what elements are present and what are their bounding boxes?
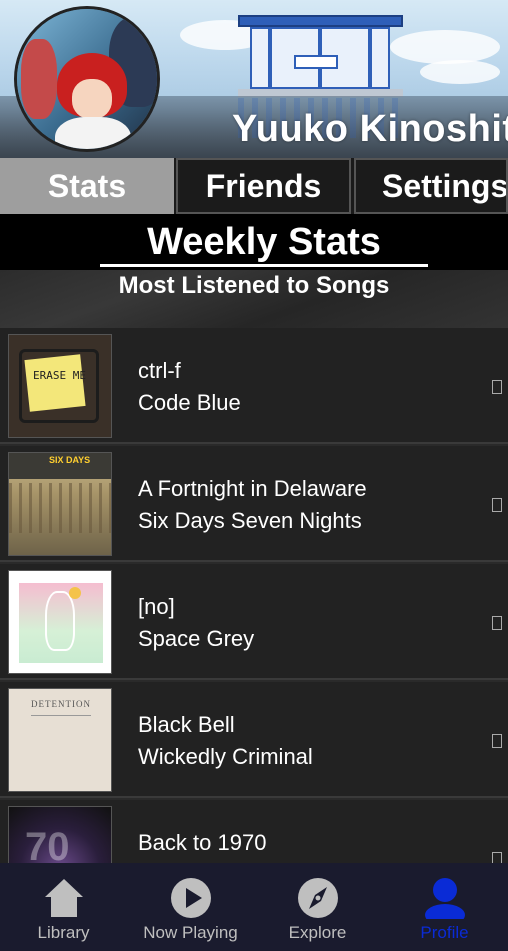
erase-me-album-art: ERASE ME [8,334,112,438]
more-options-icon[interactable] [492,852,502,863]
song-title: Back to 1970 [138,830,267,855]
nav-label: Profile [420,923,469,942]
nav-library[interactable]: Library [0,863,127,951]
cloud [420,60,500,84]
profile-header: Yuuko Kinoshita [0,0,508,158]
song-artist: Code Blue [138,390,241,415]
song-row[interactable]: ERASE ME ctrl-f Code Blue [0,328,508,444]
person-icon [425,878,465,919]
nav-explore[interactable]: Explore [254,863,381,951]
detention-album-art: DETENTION [8,688,112,792]
song-title: [no] [138,594,175,619]
cloud [390,30,500,64]
space-grey-album-art [8,570,112,674]
album-text: 70 [25,825,70,863]
most-listened-subtitle: Most Listened to Songs [118,272,390,299]
song-artist: Space Grey [138,626,255,651]
album-text: SIX DAYS [49,455,91,465]
nav-label: Explore [288,923,347,942]
song-title: A Fortnight in Delaware [138,476,367,501]
username: Yuuko Kinoshita [232,108,508,150]
song-artist: Wickedly Criminal [138,744,313,769]
song-row[interactable]: [no] Space Grey [0,564,508,680]
weekly-stats-title: Weekly Stats [100,220,428,267]
nav-label: Now Playing [143,923,238,942]
more-options-icon[interactable] [492,380,502,394]
profile-tabs: Stats Friends Settings [0,158,508,214]
most-listened-band: Most Listened to Songs [0,270,508,328]
avatar[interactable] [14,6,160,152]
tab-stats[interactable]: Stats [0,158,174,214]
nav-now-playing[interactable]: Now Playing [127,863,254,951]
tab-settings[interactable]: Settings [354,158,508,214]
train-station-illustration [238,15,403,97]
song-row[interactable]: DETENTION Black Bell Wickedly Criminal [0,682,508,798]
album-text: DETENTION [31,699,91,709]
tab-friends[interactable]: Friends [176,158,351,214]
bottom-navigation: Library Now Playing Explore Profile [0,863,508,951]
more-options-icon[interactable] [492,498,502,512]
song-row[interactable]: 70 Back to 1970 [0,800,508,863]
home-icon [45,879,83,917]
play-icon [171,878,211,918]
compass-icon [298,878,338,918]
song-list[interactable]: ERASE ME ctrl-f Code Blue SIX DAYS A For… [0,328,508,863]
weekly-stats-header: Weekly Stats [0,214,508,270]
song-row[interactable]: SIX DAYS A Fortnight in Delaware Six Day… [0,446,508,562]
more-options-icon[interactable] [492,616,502,630]
70s-album-art: 70 [8,806,112,863]
more-options-icon[interactable] [492,734,502,748]
nav-label: Library [37,923,90,942]
album-text: ERASE ME [33,369,86,382]
song-artist: Six Days Seven Nights [138,508,362,533]
song-title: Black Bell [138,712,235,737]
six-days-seven-nights-album-art: SIX DAYS [8,452,112,556]
song-title: ctrl-f [138,358,181,383]
nav-profile[interactable]: Profile [381,863,508,951]
